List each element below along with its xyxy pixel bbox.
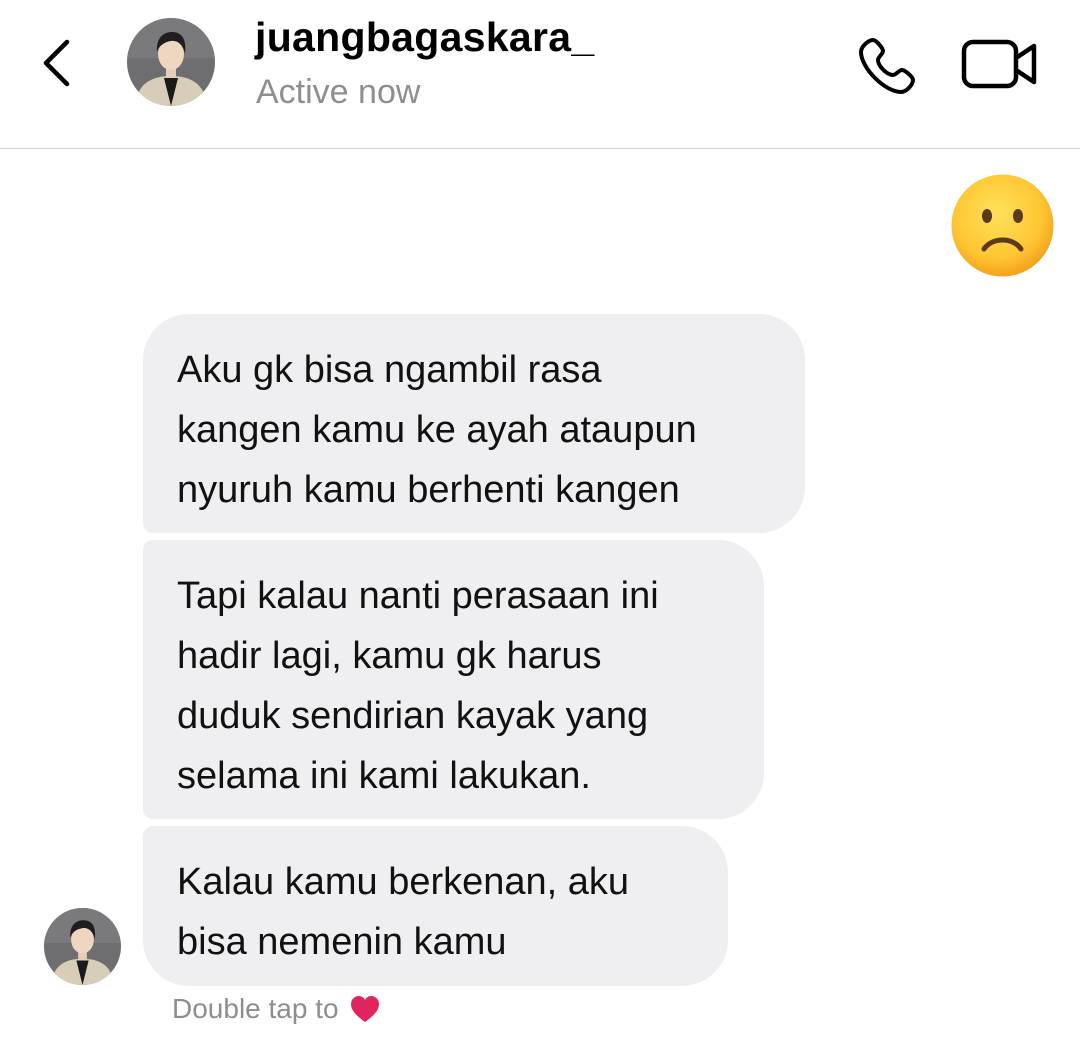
avatar[interactable] bbox=[127, 18, 215, 106]
phone-icon bbox=[859, 38, 915, 94]
voice-call-button[interactable] bbox=[855, 34, 919, 98]
active-status: Active now bbox=[256, 73, 421, 111]
video-call-button[interactable] bbox=[960, 36, 1040, 92]
message-line: Kalau kamu berkenan, aku bbox=[177, 861, 630, 903]
double-tap-hint: Double tap to bbox=[172, 993, 381, 1025]
emoji-message[interactable] bbox=[950, 173, 1055, 278]
message-line: hadir lagi, kamu gk harus bbox=[177, 635, 602, 677]
message-line: duduk sendirian kayak yang bbox=[177, 695, 649, 737]
sender-avatar[interactable] bbox=[44, 908, 121, 985]
message-line: selama ini kami lakukan. bbox=[177, 755, 591, 797]
video-camera-icon bbox=[961, 39, 1037, 89]
message-line: bisa nemenin kamu bbox=[177, 921, 507, 963]
profile-photo bbox=[127, 18, 215, 106]
chat-username[interactable]: juangbagaskara_ bbox=[255, 14, 595, 61]
message-line: Aku gk bisa ngambil rasa bbox=[177, 349, 602, 391]
chat-header: juangbagaskara_ Active now bbox=[0, 0, 1080, 149]
message-bubble[interactable]: Aku gk bisa ngambil rasa kangen kamu ke … bbox=[143, 314, 805, 533]
message-bubble[interactable]: Kalau kamu berkenan, aku bisa nemenin ka… bbox=[143, 826, 728, 986]
frowning-face-icon bbox=[951, 174, 1054, 277]
message-line: kangen kamu ke ayah ataupun bbox=[177, 409, 697, 451]
back-button[interactable] bbox=[36, 36, 80, 90]
heart-icon bbox=[349, 994, 381, 1024]
message-line: Tapi kalau nanti perasaan ini bbox=[177, 575, 659, 617]
message-bubble[interactable]: Tapi kalau nanti perasaan ini hadir lagi… bbox=[143, 540, 764, 819]
hint-text: Double tap to bbox=[172, 993, 339, 1024]
profile-photo bbox=[44, 908, 121, 985]
message-line: nyuruh kamu berhenti kangen bbox=[177, 469, 680, 511]
chevron-left-icon bbox=[43, 39, 70, 87]
